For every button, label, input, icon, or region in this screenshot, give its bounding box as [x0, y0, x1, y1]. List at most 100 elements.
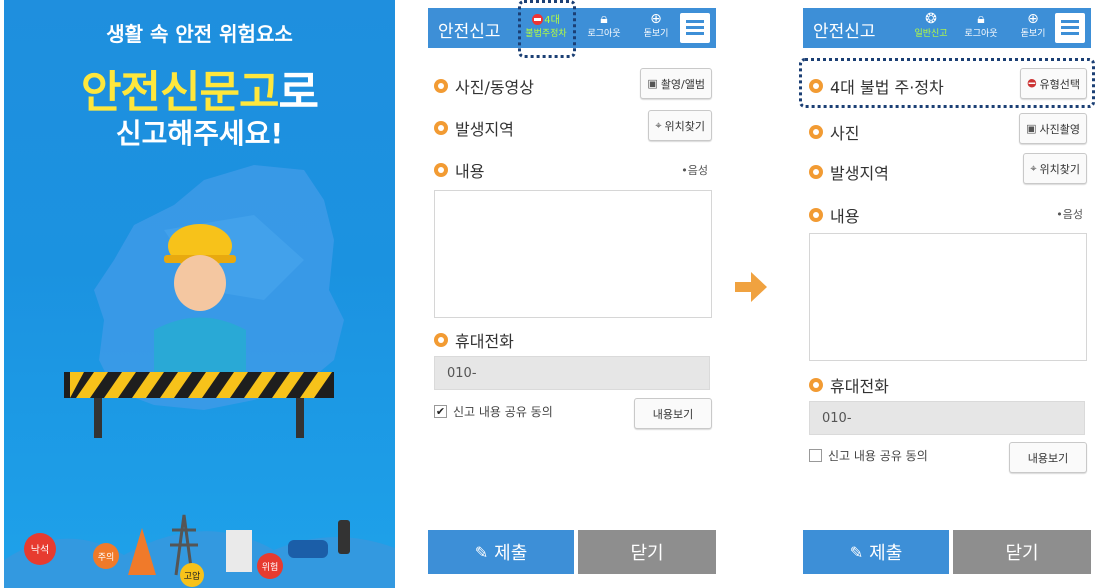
submit-button[interactable]: ✎ 제출 — [428, 530, 574, 574]
select-type-button[interactable]: ⛔︎ 유형선택 — [1020, 68, 1087, 99]
zoom-icon: ⊕ — [650, 11, 662, 27]
phone-field-label: 휴대전화 — [809, 373, 889, 397]
content-textarea[interactable] — [434, 190, 712, 318]
share-consent-label: 신고 내용 공유 동의 — [453, 405, 553, 419]
hamburger-icon[interactable] — [680, 13, 710, 43]
take-photo-button[interactable]: ▣ 사진촬영 — [1019, 113, 1087, 144]
rockfall-sign-label: 낙석 — [31, 544, 49, 556]
submit-button[interactable]: ✎ 제출 — [803, 530, 949, 574]
find-location-label: 위치찾기 — [664, 119, 705, 133]
app-title: 안전신고 — [438, 22, 501, 42]
splash-title: 안전신문고로 — [4, 56, 395, 120]
bullet-icon — [809, 208, 823, 222]
bullet-icon — [809, 125, 823, 139]
voice-label: 음성 — [1062, 208, 1083, 221]
view-content-button[interactable]: 내용보기 — [1009, 442, 1087, 473]
select-type-label: 유형선택 — [1039, 77, 1080, 91]
hamburger-icon[interactable] — [1055, 13, 1085, 43]
photo-field-label: 사진 — [809, 120, 859, 144]
splash-title-suffix: 로 — [278, 67, 318, 118]
view-content-label: 내용보기 — [1027, 451, 1069, 465]
caution-sign-label: 주의 — [98, 552, 115, 563]
take-photo-label: 사진촬영 — [1039, 122, 1080, 136]
share-consent-checkbox[interactable] — [809, 449, 822, 462]
share-consent-label: 신고 내용 공유 동의 — [828, 449, 928, 463]
danger-sign-label: 위험 — [262, 562, 279, 573]
zoom-icon: ⊕ — [1027, 11, 1039, 27]
type-label-text: 4대 불법 주·정차 — [830, 78, 944, 97]
bullet-icon — [434, 79, 448, 93]
phone-number-input[interactable]: 010- — [809, 401, 1085, 435]
phone-label-text: 휴대전화 — [830, 377, 889, 396]
splash-call-to-action: 신고해주세요! — [115, 117, 284, 150]
location-pin-icon: ⌖ — [1030, 161, 1037, 175]
voice-input-button[interactable]: •음성 — [1056, 206, 1083, 222]
close-label: 닫기 — [1005, 543, 1039, 564]
close-button[interactable]: 닫기 — [953, 530, 1091, 574]
content-label-text: 내용 — [830, 207, 860, 226]
content-field-label: 내용 — [434, 158, 484, 182]
logout-label: 로그아웃 — [964, 29, 998, 39]
view-content-label: 내용보기 — [652, 407, 694, 421]
bottom-action-bar: ✎ 제출 닫기 — [803, 530, 1091, 574]
image-icon: ▣ — [647, 77, 658, 90]
photo-label-text: 사진 — [830, 124, 860, 143]
image-icon: ▣ — [1026, 122, 1037, 135]
arrow-right-icon — [735, 272, 767, 302]
submit-icon: ✎ — [849, 542, 864, 562]
app-bar: 안전신고 ❂ 일반신고 🔒︎ 로그아웃 ⊕ 돋보기 — [803, 8, 1091, 48]
bullet-icon — [434, 121, 448, 135]
lock-icon: 🔒︎ — [977, 11, 985, 27]
logout-button[interactable]: 🔒︎ 로그아웃 — [955, 11, 1007, 40]
phone-label-text: 휴대전화 — [455, 332, 514, 351]
bullet-icon — [434, 333, 448, 347]
report-screen-general: 안전신고 4대 불법주정차 🔒︎ 로그아웃 ⊕ 돋보기 사진/동영상 ▣ 촬영/앨… — [424, 0, 720, 588]
view-content-button[interactable]: 내용보기 — [634, 398, 712, 429]
share-consent-row[interactable]: 신고 내용 공유 동의 — [809, 447, 928, 464]
traffic-light-icon — [338, 520, 350, 554]
magnifier-button[interactable]: ⊕ 돋보기 — [630, 11, 682, 40]
magnifier-label: 돋보기 — [643, 29, 669, 39]
location-field-label: 발생지역 — [434, 116, 514, 140]
submit-label: 제출 — [869, 543, 903, 564]
close-button[interactable]: 닫기 — [578, 530, 716, 574]
share-consent-row[interactable]: ✔ 신고 내용 공유 동의 — [434, 403, 553, 420]
splash-screen: 낙석 주의 고압 위험 생활 속 안전 위험요소 안전신문고로 신고해주세요! — [4, 0, 395, 588]
capture-album-label: 촬영/앨범 — [660, 77, 705, 91]
media-label-text: 사진/동영상 — [455, 78, 534, 97]
magnifier-label: 돋보기 — [1020, 29, 1046, 39]
building-icon — [226, 530, 252, 572]
close-label: 닫기 — [630, 543, 664, 564]
media-field-label: 사진/동영상 — [434, 74, 534, 98]
general-report-button[interactable]: ❂ 일반신고 — [905, 11, 957, 40]
content-textarea[interactable] — [809, 233, 1087, 361]
logout-label: 로그아웃 — [587, 29, 621, 39]
type-field-label: 4대 불법 주·정차 — [809, 74, 944, 98]
general-report-label: 일반신고 — [914, 29, 948, 39]
find-location-button[interactable]: ⌖ 위치찾기 — [648, 110, 712, 141]
no-entry-icon: ⛔︎ — [1027, 76, 1037, 90]
splash-subtitle: 생활 속 안전 위험요소 — [106, 22, 293, 46]
location-label-text: 발생지역 — [455, 120, 514, 139]
find-location-label: 위치찾기 — [1039, 162, 1080, 176]
voice-input-button[interactable]: •음성 — [681, 162, 708, 178]
phone-number-input[interactable]: 010- — [434, 356, 710, 390]
bullet-icon — [809, 165, 823, 179]
location-pin-icon: ⌖ — [655, 118, 662, 132]
find-location-button[interactable]: ⌖ 위치찾기 — [1023, 153, 1087, 184]
app-title: 안전신고 — [813, 22, 876, 42]
content-label-text: 내용 — [455, 162, 485, 181]
highlight-dotted-box — [518, 0, 576, 58]
magnifier-button[interactable]: ⊕ 돋보기 — [1007, 11, 1059, 40]
submit-icon: ✎ — [474, 542, 489, 562]
capture-album-button[interactable]: ▣ 촬영/앨범 — [640, 68, 712, 99]
logout-button[interactable]: 🔒︎ 로그아웃 — [578, 11, 630, 40]
siren-icon: ❂ — [925, 11, 937, 27]
bullet-icon — [809, 79, 823, 93]
splash-title-highlight: 안전신문고 — [81, 67, 279, 118]
bottom-action-bar: ✎ 제출 닫기 — [428, 530, 716, 574]
share-consent-checkbox[interactable]: ✔ — [434, 405, 447, 418]
bullet-icon — [809, 378, 823, 392]
content-field-label: 내용 — [809, 203, 859, 227]
voice-label: 음성 — [687, 164, 708, 177]
